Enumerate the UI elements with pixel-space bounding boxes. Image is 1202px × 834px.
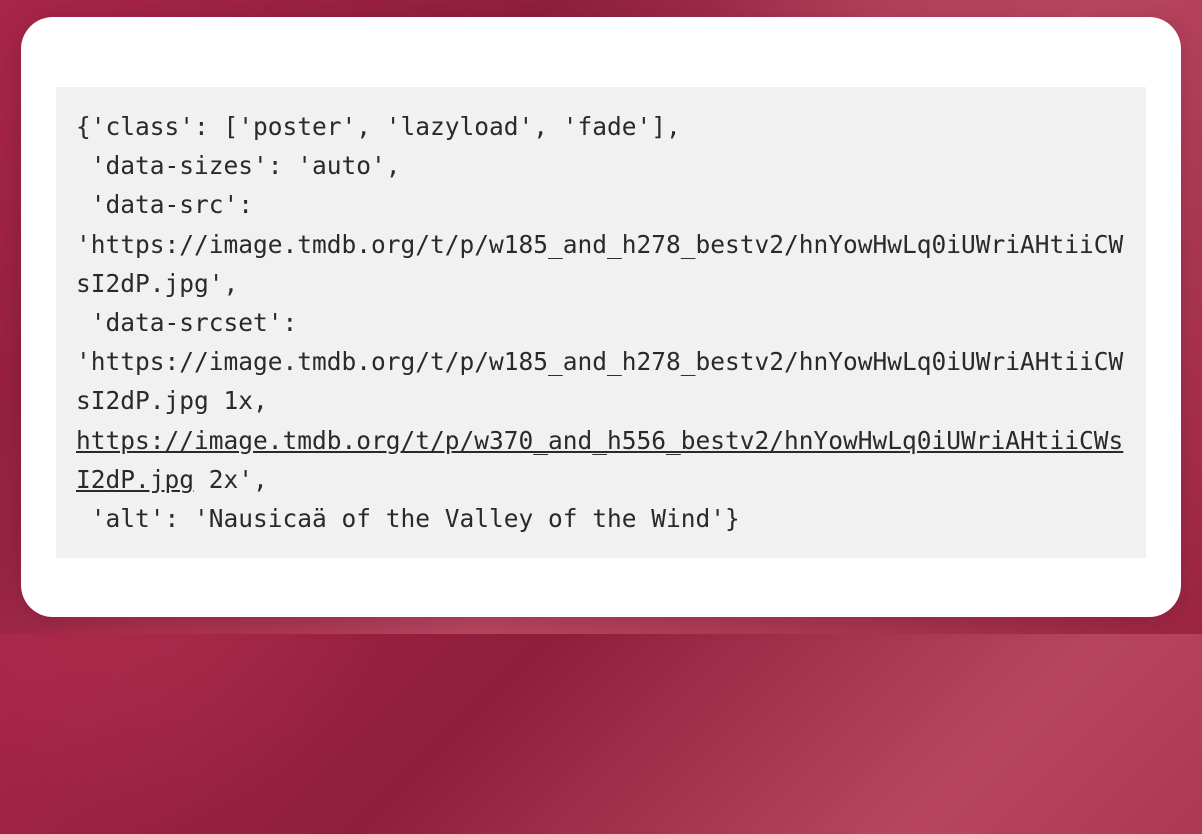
code-line: 'alt': 'Nausicaä of the Valley of the Wi…: [76, 504, 740, 533]
content-card: {'class': ['poster', 'lazyload', 'fade']…: [21, 17, 1181, 617]
code-line: 'https://image.tmdb.org/t/p/w185_and_h27…: [76, 230, 1123, 298]
code-line: 'data-srcset':: [76, 308, 297, 337]
code-line: 'data-sizes': 'auto',: [76, 151, 401, 180]
code-line: {'class': ['poster', 'lazyload', 'fade']…: [76, 112, 681, 141]
code-line-suffix: 2x',: [194, 465, 268, 494]
code-output: {'class': ['poster', 'lazyload', 'fade']…: [56, 87, 1146, 558]
code-line: 'data-src':: [76, 190, 253, 219]
code-line: 'https://image.tmdb.org/t/p/w185_and_h27…: [76, 347, 1123, 415]
